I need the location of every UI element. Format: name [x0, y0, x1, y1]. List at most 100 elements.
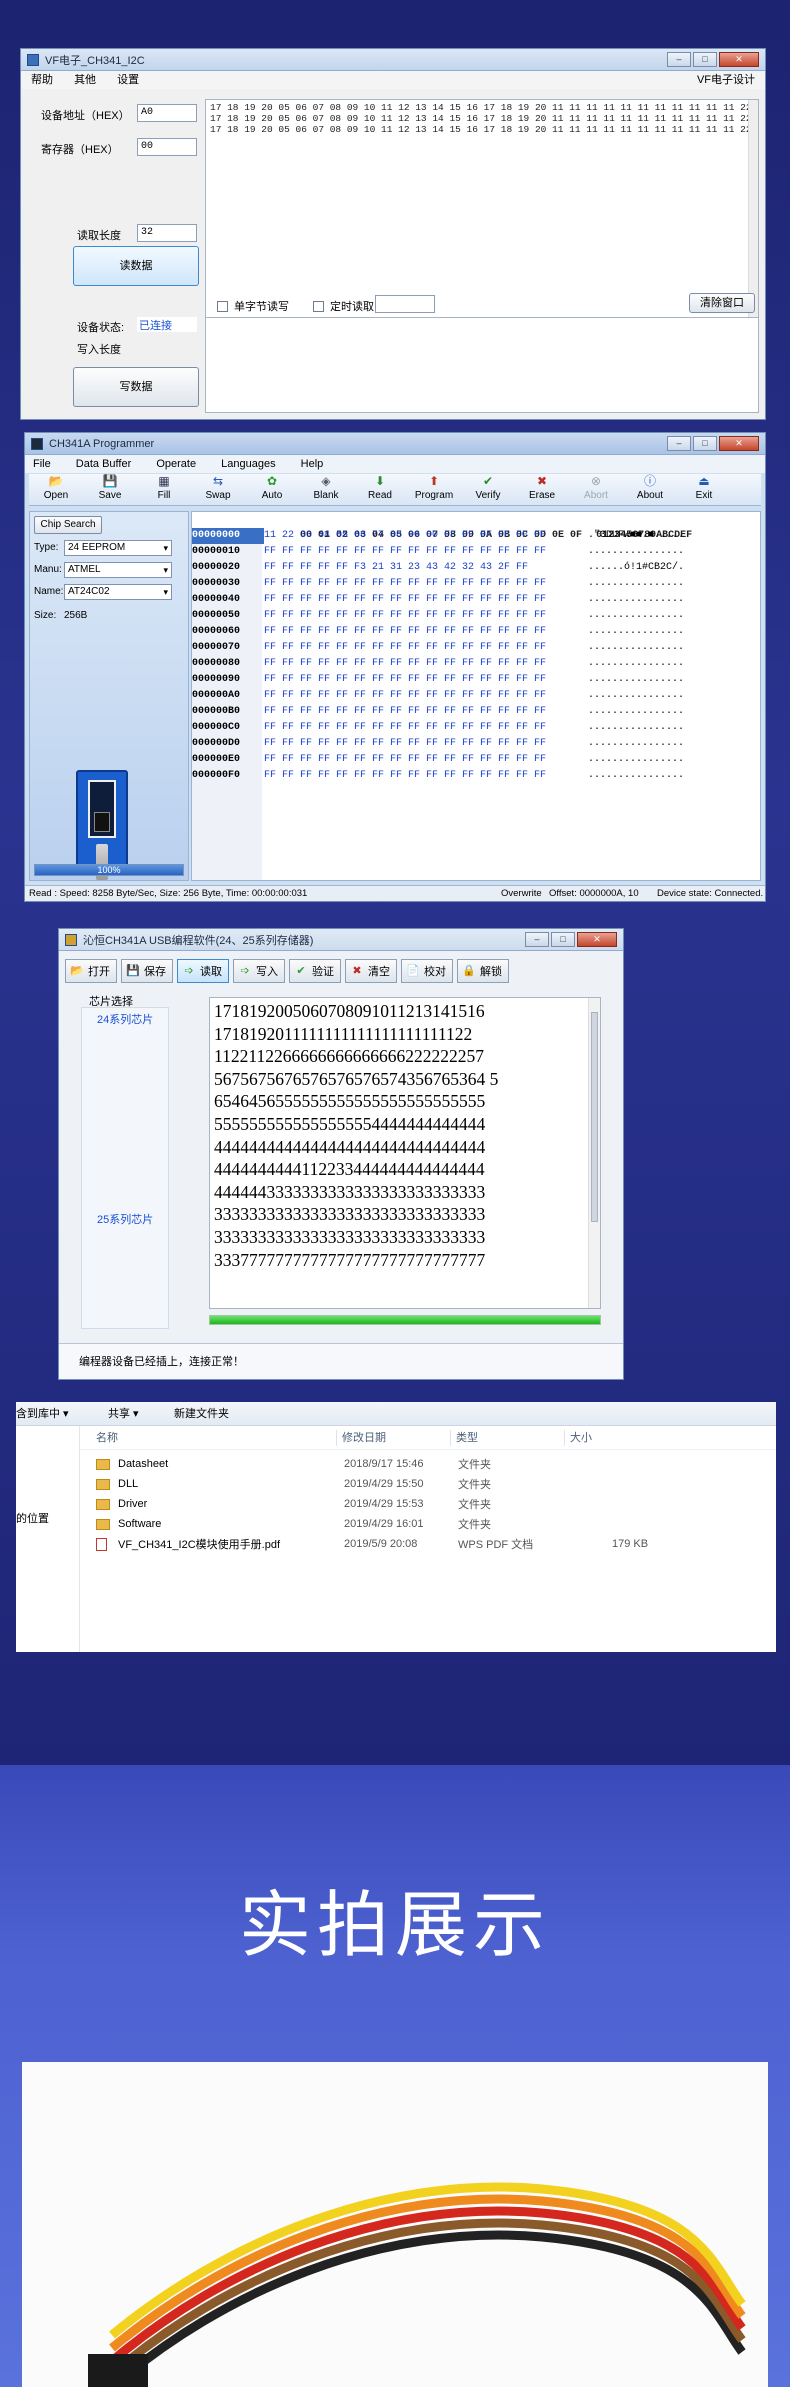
hex-row[interactable]: 00000070 FF FF FF FF FF FF FF FF FF FF FF…	[192, 640, 760, 656]
close-button[interactable]: ✕	[577, 932, 617, 947]
write-button[interactable]: ➩ 写入	[233, 959, 285, 983]
open-button[interactable]: 📂 打开	[65, 959, 117, 983]
hex-row[interactable]: 00000010 FF FF FF FF FF FF FF FF FF FF FF…	[192, 544, 760, 560]
readlen-input[interactable]: 32	[137, 224, 197, 242]
col-size[interactable]: 大小	[570, 1426, 592, 1450]
scroll-thumb[interactable]	[591, 1012, 598, 1222]
read-button[interactable]: ➩ 读取	[177, 959, 229, 983]
hex-bytes[interactable]: FF FF FF FF FF F3 21 31 23 43 42 32 43 2…	[264, 560, 588, 576]
addr-input[interactable]: A0	[137, 104, 197, 122]
hex-bytes[interactable]: FF FF FF FF FF FF FF FF FF FF FF FF FF F…	[264, 736, 588, 752]
abort-button[interactable]: ⊗ Abort	[569, 474, 623, 505]
share-button[interactable]: 共享 ▾	[108, 1402, 139, 1426]
scrollbar[interactable]	[588, 998, 600, 1308]
hex-row[interactable]: 00000080 FF FF FF FF FF FF FF FF FF FF FF…	[192, 656, 760, 672]
hex-row[interactable]: 000000A0 FF FF FF FF FF FF FF FF FF FF FF…	[192, 688, 760, 704]
hex-row[interactable]: 000000E0 FF FF FF FF FF FF FF FF FF FF FF…	[192, 752, 760, 768]
hex-row[interactable]: 000000C0 FF FF FF FF FF FF FF FF FF FF FF…	[192, 720, 760, 736]
about-button[interactable]: ⓘ About	[623, 474, 677, 505]
hex-view[interactable]: 00 01 02 03 04 05 06 07 08 09 0A 0B 0C 0…	[191, 511, 761, 881]
swap-button[interactable]: ⇆ Swap	[191, 474, 245, 505]
unlock-button[interactable]: 🔒 解锁	[457, 959, 509, 983]
nav-location-item[interactable]: 的位置	[16, 1510, 49, 1526]
hex-bytes[interactable]: FF FF FF FF FF FF FF FF FF FF FF FF FF F…	[264, 544, 588, 560]
new-folder-button[interactable]: 新建文件夹	[174, 1402, 229, 1426]
verify-button[interactable]: ✔ 验证	[289, 959, 341, 983]
hex-bytes[interactable]: FF FF FF FF FF FF FF FF FF FF FF FF FF F…	[264, 608, 588, 624]
checkbox-box[interactable]	[217, 301, 228, 312]
hex-row[interactable]: 000000F0 FF FF FF FF FF FF FF FF FF FF FF…	[192, 768, 760, 784]
file-row[interactable]: VF_CH341_I2C模块使用手册.pdf 2019/5/9 20:08 WPS …	[96, 1534, 696, 1554]
exit-button[interactable]: ⏏ Exit	[677, 474, 731, 505]
hex-bytes[interactable]: FF FF FF FF FF FF FF FF FF FF FF FF FF F…	[264, 656, 588, 672]
minimize-button[interactable]: –	[667, 436, 691, 451]
open-button[interactable]: 📂 Open	[29, 474, 83, 505]
menu-help[interactable]: Help	[301, 458, 324, 470]
erase-button[interactable]: ✖ Erase	[515, 474, 569, 505]
hex-bytes[interactable]: FF FF FF FF FF FF FF FF FF FF FF FF FF F…	[264, 768, 588, 784]
hex-row[interactable]: 00000090 FF FF FF FF FF FF FF FF FF FF FF…	[192, 672, 760, 688]
hex-row[interactable]: 000000B0 FF FF FF FF FF FF FF FF FF FF FF…	[192, 704, 760, 720]
col-type[interactable]: 类型	[456, 1426, 478, 1450]
name-select[interactable]: AT24C02	[64, 584, 172, 600]
menu-other[interactable]: 其他	[74, 74, 96, 86]
hex-bytes[interactable]: FF FF FF FF FF FF FF FF FF FF FF FF FF F…	[264, 624, 588, 640]
hex-row[interactable]: 00000050 FF FF FF FF FF FF FF FF FF FF FF…	[192, 608, 760, 624]
col-date[interactable]: 修改日期	[342, 1426, 386, 1450]
chip-search-button[interactable]: Chip Search	[34, 516, 102, 534]
clear-window-button[interactable]: 清除窗口	[689, 293, 755, 313]
hex-row[interactable]: 00000020 FF FF FF FF FF F3 21 31 23 43 42…	[192, 560, 760, 576]
hex-bytes[interactable]: FF FF FF FF FF FF FF FF FF FF FF FF FF F…	[264, 576, 588, 592]
blank-button[interactable]: ◈ Blank	[299, 474, 353, 505]
minimize-button[interactable]: –	[525, 932, 549, 947]
checkbox-box[interactable]	[313, 301, 324, 312]
read-button[interactable]: ⬇ Read	[353, 474, 407, 505]
hex-bytes[interactable]: FF FF FF FF FF FF FF FF FF FF FF FF FF F…	[264, 704, 588, 720]
reg-input[interactable]: 00	[137, 138, 197, 156]
hex-bytes[interactable]: FF FF FF FF FF FF FF FF FF FF FF FF FF F…	[264, 752, 588, 768]
minimize-button[interactable]: –	[667, 52, 691, 67]
hex-bytes[interactable]: 11 22 33 44 55 66 77 88 99 00 FF FF FF F…	[264, 528, 588, 544]
single-byte-checkbox[interactable]: 单字节读写	[217, 298, 289, 314]
timed-read-checkbox[interactable]: 定时读取	[313, 298, 374, 314]
save-button[interactable]: 💾 保存	[121, 959, 173, 983]
hex-row[interactable]: 00000040 FF FF FF FF FF FF FF FF FF FF FF…	[192, 592, 760, 608]
type-select[interactable]: 24 EEPROM	[64, 540, 172, 556]
timed-interval-input[interactable]	[375, 295, 435, 313]
menu-languages[interactable]: Languages	[221, 458, 275, 470]
file-row[interactable]: DLL 2019/4/29 15:50 文件夹	[96, 1474, 696, 1494]
close-button[interactable]: ✕	[719, 436, 759, 451]
write-data-button[interactable]: 写数据	[73, 367, 199, 407]
hex-bytes[interactable]: FF FF FF FF FF FF FF FF FF FF FF FF FF F…	[264, 672, 588, 688]
file-row[interactable]: Driver 2019/4/29 15:53 文件夹	[96, 1494, 696, 1514]
auto-button[interactable]: ✿ Auto	[245, 474, 299, 505]
compare-button[interactable]: 📄 校对	[401, 959, 453, 983]
maximize-button[interactable]: □	[693, 52, 717, 67]
hex-row[interactable]: 00000060 FF FF FF FF FF FF FF FF FF FF FF…	[192, 624, 760, 640]
data-text-area[interactable]: 1718192005060708091011213141516 171819201…	[209, 997, 601, 1309]
hex-row[interactable]: 000000D0 FF FF FF FF FF FF FF FF FF FF FF…	[192, 736, 760, 752]
menu-help[interactable]: 帮助	[31, 74, 53, 86]
fill-button[interactable]: ▦ Fill	[137, 474, 191, 505]
verify-button[interactable]: ✔ Verify	[461, 474, 515, 505]
hex-row[interactable]: 00000030 FF FF FF FF FF FF FF FF FF FF FF…	[192, 576, 760, 592]
program-button[interactable]: ⬆ Program	[407, 474, 461, 505]
manu-select[interactable]: ATMEL	[64, 562, 172, 578]
file-row[interactable]: Software 2019/4/29 16:01 文件夹	[96, 1514, 696, 1534]
menu-operate[interactable]: Operate	[156, 458, 196, 470]
hex-bytes[interactable]: FF FF FF FF FF FF FF FF FF FF FF FF FF F…	[264, 640, 588, 656]
maximize-button[interactable]: □	[551, 932, 575, 947]
hex-bytes[interactable]: FF FF FF FF FF FF FF FF FF FF FF FF FF F…	[264, 720, 588, 736]
file-row[interactable]: Datasheet 2018/9/17 15:46 文件夹	[96, 1454, 696, 1474]
menu-file[interactable]: File	[33, 458, 51, 470]
write-input-area[interactable]	[205, 317, 759, 413]
hex-bytes[interactable]: FF FF FF FF FF FF FF FF FF FF FF FF FF F…	[264, 592, 588, 608]
clear-button[interactable]: ✖ 清空	[345, 959, 397, 983]
menu-data-buffer[interactable]: Data Buffer	[76, 458, 131, 470]
close-button[interactable]: ✕	[719, 52, 759, 67]
maximize-button[interactable]: □	[693, 436, 717, 451]
save-button[interactable]: 💾 Save	[83, 474, 137, 505]
menu-settings[interactable]: 设置	[117, 74, 139, 86]
hex-row[interactable]: 00000000 11 22 33 44 55 66 77 88 99 00 FF…	[192, 528, 760, 544]
include-library-button[interactable]: 含到库中 ▾	[16, 1402, 69, 1426]
